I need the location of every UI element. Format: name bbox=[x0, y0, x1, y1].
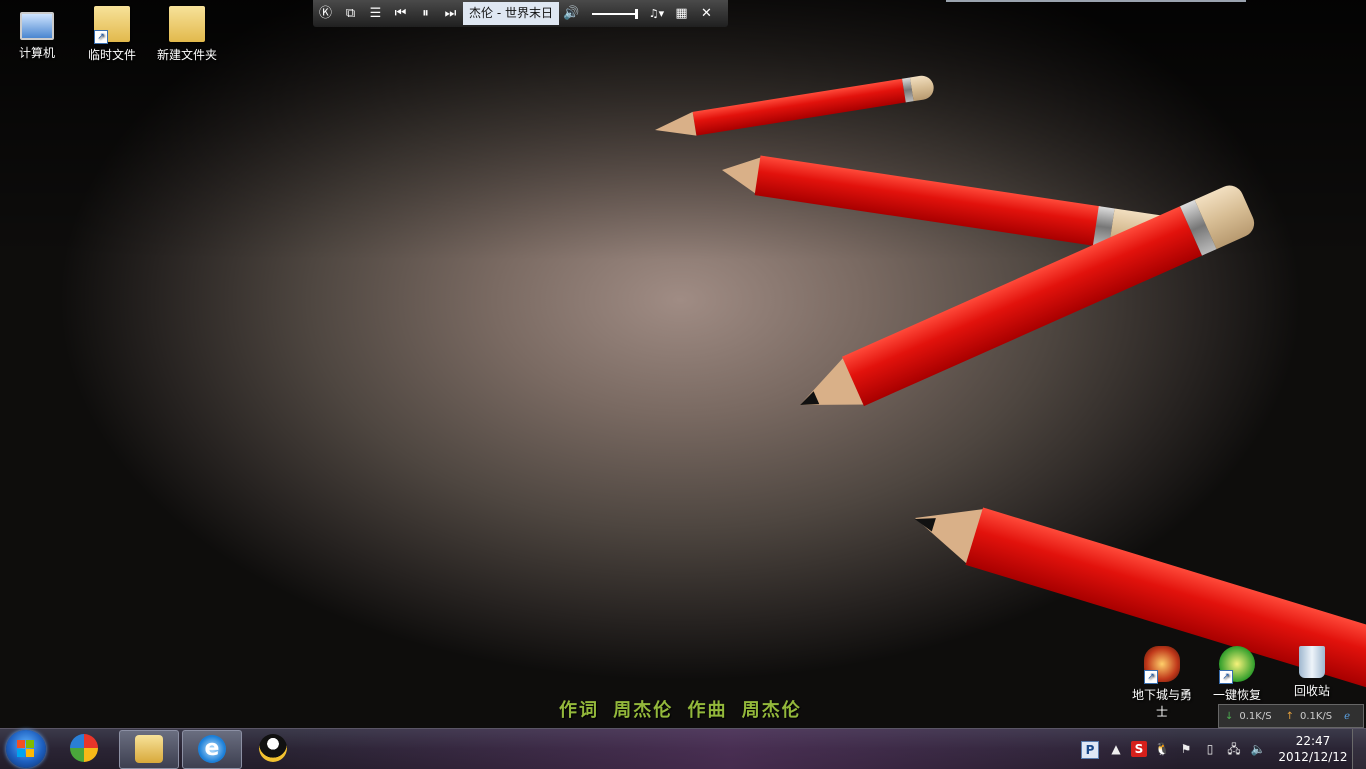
desktop-icon-computer[interactable]: 计算机 bbox=[1, 6, 73, 61]
close-icon[interactable]: ✕ bbox=[694, 0, 719, 27]
next-track-icon[interactable]: ⏭ bbox=[438, 0, 463, 27]
desktop-icon-label: 计算机 bbox=[18, 46, 55, 60]
recycle-bin-icon bbox=[1299, 646, 1325, 678]
pause-icon[interactable]: ⏸ bbox=[413, 0, 438, 27]
taskbar-internet-explorer[interactable]: e bbox=[182, 730, 242, 769]
folder-icon bbox=[169, 6, 205, 42]
desktop-icon-label: 临时文件 bbox=[87, 48, 136, 62]
show-desktop-button[interactable] bbox=[1352, 729, 1366, 769]
show-hidden-icons-button[interactable]: ▲ bbox=[1108, 741, 1124, 757]
computer-icon bbox=[20, 12, 54, 40]
folder-shortcut-icon: ↗ bbox=[94, 6, 130, 44]
ime-icon[interactable]: P bbox=[1081, 741, 1099, 759]
desktop-icon-temp-files[interactable]: ↗ 临时文件 bbox=[76, 6, 148, 63]
action-center-flag-icon[interactable]: ⚑ bbox=[1178, 741, 1194, 757]
windows-live-icon bbox=[70, 734, 98, 762]
taskbar-qq[interactable] bbox=[244, 730, 302, 767]
shortcut-arrow-icon: ↗ bbox=[94, 30, 108, 44]
start-button[interactable] bbox=[6, 730, 46, 768]
qq-icon bbox=[259, 734, 287, 762]
desktop-icon-label: 新建文件夹 bbox=[156, 48, 217, 62]
upload-arrow-icon: ↑ bbox=[1285, 710, 1294, 722]
kugou-logo-icon[interactable]: Ⓚ bbox=[313, 0, 338, 27]
shortcut-arrow-icon: ↗ bbox=[1144, 670, 1158, 684]
clock-time: 22:47 bbox=[1295, 734, 1331, 748]
desktop-icon-recycle-bin[interactable]: 回收站 bbox=[1276, 646, 1348, 699]
upload-speed: 0.1K/S bbox=[1299, 710, 1333, 722]
previous-track-icon[interactable]: ⏮ bbox=[388, 0, 413, 27]
desktop-icon-label: 地下城与勇士 bbox=[1131, 688, 1192, 719]
taskbar-glow bbox=[280, 729, 1180, 769]
download-speed: 0.1K/S bbox=[1239, 710, 1272, 722]
volume-tray-icon[interactable]: 🔈 bbox=[1250, 741, 1266, 757]
internet-explorer-icon: e bbox=[198, 735, 226, 763]
volume-slider[interactable] bbox=[592, 8, 638, 19]
desktop-icon-label: 回收站 bbox=[1293, 684, 1330, 698]
mini-mode-icon[interactable]: ▦ bbox=[669, 0, 694, 27]
network-icon[interactable]: 🖧 bbox=[1226, 741, 1242, 757]
popout-icon[interactable]: ⧉ bbox=[338, 0, 363, 27]
track-title[interactable]: 杰伦 - 世界末日 bbox=[463, 2, 559, 25]
shortcut-arrow-icon: ↗ bbox=[1219, 670, 1233, 684]
qq-tray-icon[interactable]: 🐧 bbox=[1154, 741, 1170, 757]
taskbar-windows-live[interactable] bbox=[55, 730, 113, 767]
hidden-window-edge bbox=[946, 0, 1246, 2]
pencil-graphic bbox=[653, 74, 936, 142]
game-shortcut-icon: ↗ bbox=[1144, 646, 1180, 684]
desktop-icon-label: 一键恢复 bbox=[1212, 688, 1261, 702]
desktop-icon-new-folder[interactable]: 新建文件夹 bbox=[151, 6, 223, 63]
download-arrow-icon: ↓ bbox=[1225, 710, 1234, 722]
windows-logo-icon bbox=[17, 740, 35, 758]
sound-effect-dropdown-icon[interactable]: ♫▾ bbox=[644, 0, 669, 27]
music-mini-player[interactable]: Ⓚ ⧉ ☰ ⏮ ⏸ ⏭ 杰伦 - 世界末日 🔊 ♫▾ ▦ ✕ bbox=[313, 0, 728, 27]
desktop-icon-dnf[interactable]: ↗ 地下城与勇士 bbox=[1126, 646, 1198, 720]
taskbar-file-explorer[interactable] bbox=[119, 730, 179, 769]
desktop-icon-one-key-restore[interactable]: ↗ 一键恢复 bbox=[1201, 646, 1273, 703]
volume-icon[interactable]: 🔊 bbox=[559, 0, 584, 27]
safely-remove-hardware-icon[interactable]: ▯ bbox=[1202, 741, 1218, 757]
file-explorer-icon bbox=[135, 735, 163, 763]
taskbar: e P ▲ S 🐧 ⚑ ▯ 🖧 🔈 22:47 2012/12/12 bbox=[0, 728, 1366, 769]
sogou-input-icon[interactable]: S bbox=[1131, 741, 1147, 757]
desktop-lyric: 作词 周杰伦 作曲 周杰伦 bbox=[559, 700, 802, 721]
clock-date: 2012/12/12 bbox=[1278, 750, 1348, 764]
playlist-icon[interactable]: ☰ bbox=[363, 0, 388, 27]
restore-shortcut-icon: ↗ bbox=[1219, 646, 1255, 684]
netspeed-widget[interactable]: ↓ 0.1K/S ↑ 0.1K/S ℯ bbox=[1218, 704, 1364, 728]
ie-small-icon: ℯ bbox=[1344, 710, 1351, 722]
system-clock[interactable]: 22:47 2012/12/12 bbox=[1278, 733, 1348, 765]
